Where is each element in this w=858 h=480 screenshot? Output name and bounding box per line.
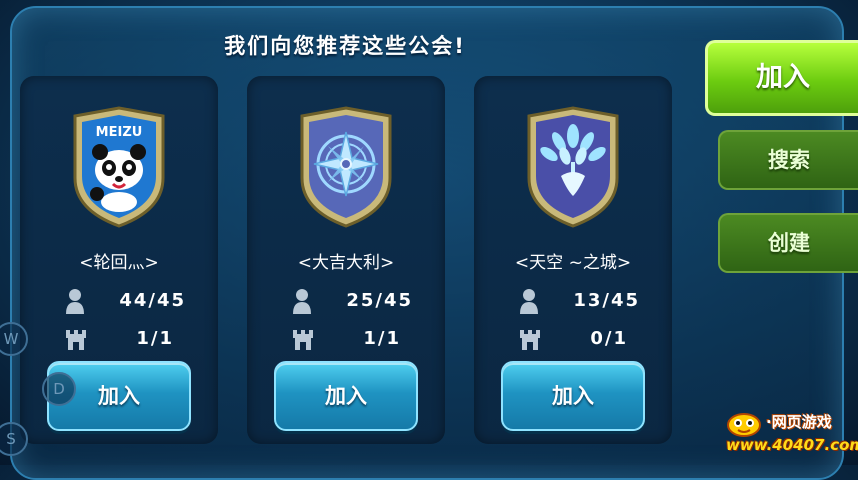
member-count-value: 44/45 bbox=[119, 290, 186, 311]
side-search-button[interactable]: 搜索 bbox=[718, 130, 858, 190]
member-count: 13/45 bbox=[518, 288, 668, 314]
control-d-button[interactable]: D bbox=[42, 372, 76, 406]
guild-name: <天空 ~之城> bbox=[514, 253, 632, 273]
side-join-button[interactable]: 加入 bbox=[705, 40, 858, 116]
member-count-value: 25/45 bbox=[346, 290, 413, 311]
guild-card-3: <天空 ~之城> 13/45 0/1 加入 bbox=[474, 76, 672, 444]
emblem-label: MEIZU bbox=[96, 125, 143, 140]
member-count-value: 13/45 bbox=[573, 290, 640, 311]
watermark: ·网页游戏 www.40407.com bbox=[722, 409, 858, 459]
castle-count: 1/1 bbox=[64, 326, 214, 352]
watermark-site-name: ·网页游戏 bbox=[766, 413, 832, 431]
castle-icon bbox=[293, 330, 313, 350]
page-title: 我们向您推荐这些公会! bbox=[224, 34, 466, 58]
guild-name: <大吉大利> bbox=[297, 253, 395, 273]
castle-count-value: 1/1 bbox=[363, 328, 401, 349]
guild-emblem-panda-icon: MEIZU bbox=[73, 106, 165, 228]
watermark-url: www.40407.com bbox=[726, 436, 858, 454]
person-icon bbox=[66, 289, 84, 314]
side-create-button[interactable]: 创建 bbox=[718, 213, 858, 273]
join-guild-button[interactable]: 加入 bbox=[501, 361, 645, 431]
castle-icon bbox=[520, 330, 540, 350]
person-icon bbox=[293, 289, 311, 314]
site-logo-icon bbox=[727, 413, 761, 437]
guild-emblem-tree-icon bbox=[527, 106, 619, 228]
castle-count: 1/1 bbox=[291, 326, 441, 352]
member-count: 44/45 bbox=[64, 288, 214, 314]
guild-emblem-compass-icon bbox=[300, 106, 392, 228]
castle-icon bbox=[66, 330, 86, 350]
member-count: 25/45 bbox=[291, 288, 441, 314]
guild-name: <轮回灬> bbox=[79, 253, 159, 273]
person-icon bbox=[520, 289, 538, 314]
guild-card-2: <大吉大利> 25/45 1/1 加入 bbox=[247, 76, 445, 444]
castle-count: 0/1 bbox=[518, 326, 668, 352]
castle-count-value: 0/1 bbox=[590, 328, 628, 349]
join-guild-button[interactable]: 加入 bbox=[274, 361, 418, 431]
castle-count-value: 1/1 bbox=[136, 328, 174, 349]
